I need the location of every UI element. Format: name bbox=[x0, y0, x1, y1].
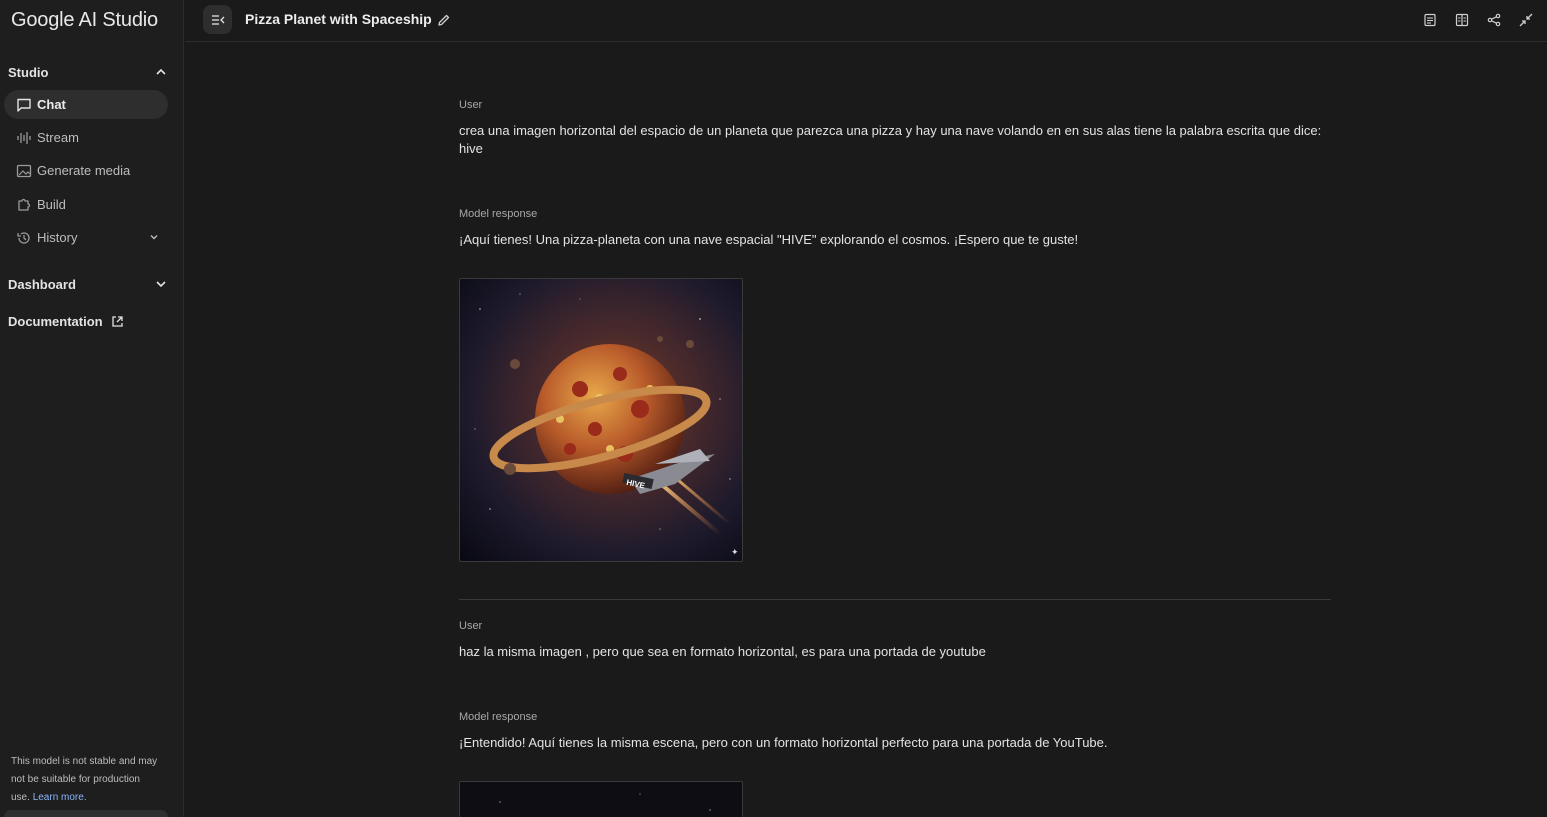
compare-icon bbox=[1455, 13, 1469, 27]
model-message: ¡Entendido! Aquí tienes la misma escena,… bbox=[459, 735, 1108, 750]
collapse-sidebar-button[interactable] bbox=[203, 5, 232, 34]
dashboard-section-label: Dashboard bbox=[8, 276, 76, 292]
sidebar-item-history[interactable]: History bbox=[4, 223, 168, 252]
generated-image[interactable] bbox=[459, 781, 743, 817]
compare-button[interactable] bbox=[1453, 11, 1471, 29]
generated-image[interactable]: HIVE ✦ bbox=[459, 278, 743, 562]
chevron-down-icon bbox=[156, 281, 166, 288]
sidebar-item-label: Build bbox=[37, 197, 66, 212]
user-message: haz la misma imagen , pero que sea en fo… bbox=[459, 644, 986, 659]
learn-more-link[interactable]: Learn more. bbox=[33, 792, 87, 803]
page-title: Pizza Planet with Spaceship bbox=[245, 11, 432, 27]
space-image-partial bbox=[460, 782, 742, 817]
sidebar-item-label: Chat bbox=[37, 97, 66, 112]
turn-role-label: User bbox=[459, 620, 483, 632]
chevron-down-icon[interactable] bbox=[148, 231, 160, 243]
share-icon bbox=[1487, 13, 1501, 27]
studio-section-toggle[interactable]: Studio bbox=[8, 60, 168, 84]
chevron-up-icon bbox=[156, 68, 166, 75]
model-notice: This model is not stable and may not be … bbox=[11, 753, 161, 807]
sidebar: Google AI Studio Studio Chat Stream Gene… bbox=[0, 0, 184, 817]
sidebar-item-label: Generate media bbox=[37, 163, 131, 178]
svg-text:✦: ✦ bbox=[731, 548, 739, 558]
app-brand[interactable]: Google AI Studio bbox=[11, 9, 158, 32]
sidebar-item-chat[interactable]: Chat bbox=[4, 90, 168, 119]
documentation-link[interactable]: Documentation bbox=[8, 311, 124, 331]
sidebar-item-build[interactable]: Build bbox=[4, 190, 168, 219]
pizza-planet-spaceship-image: HIVE ✦ bbox=[460, 279, 742, 561]
user-message: crea una imagen horizontal del espacio d… bbox=[459, 123, 1322, 156]
collapse-arrows-icon bbox=[1519, 13, 1533, 27]
sidebar-bottom-button[interactable] bbox=[4, 810, 168, 817]
image-icon bbox=[16, 163, 32, 179]
share-button[interactable] bbox=[1485, 11, 1503, 29]
top-bar: Pizza Planet with Spaceship bbox=[185, 0, 1547, 42]
documentation-label: Documentation bbox=[8, 313, 103, 329]
sidebar-item-label: Stream bbox=[37, 130, 79, 145]
chat-icon bbox=[16, 97, 32, 113]
dashboard-section-toggle[interactable]: Dashboard bbox=[8, 272, 168, 296]
edit-pencil-icon[interactable] bbox=[436, 12, 452, 28]
waveform-icon bbox=[16, 130, 32, 146]
model-message: ¡Aquí tienes! Una pizza-planeta con una … bbox=[459, 232, 1079, 247]
collapse-view-button[interactable] bbox=[1517, 11, 1535, 29]
sidebar-item-label: History bbox=[37, 230, 78, 245]
studio-section-label: Studio bbox=[8, 64, 49, 80]
menu-collapse-icon bbox=[211, 14, 224, 25]
sidebar-item-stream[interactable]: Stream bbox=[4, 123, 168, 152]
turn-divider bbox=[459, 599, 1331, 600]
sidebar-item-generate-media[interactable]: Generate media bbox=[4, 156, 168, 185]
turn-role-label: Model response bbox=[459, 208, 538, 220]
document-icon bbox=[1424, 13, 1436, 27]
puzzle-icon bbox=[16, 197, 32, 213]
history-icon bbox=[16, 230, 32, 246]
notes-button[interactable] bbox=[1421, 11, 1439, 29]
turn-role-label: Model response bbox=[459, 711, 538, 723]
turn-role-label: User bbox=[459, 99, 483, 111]
external-link-icon bbox=[111, 315, 123, 327]
